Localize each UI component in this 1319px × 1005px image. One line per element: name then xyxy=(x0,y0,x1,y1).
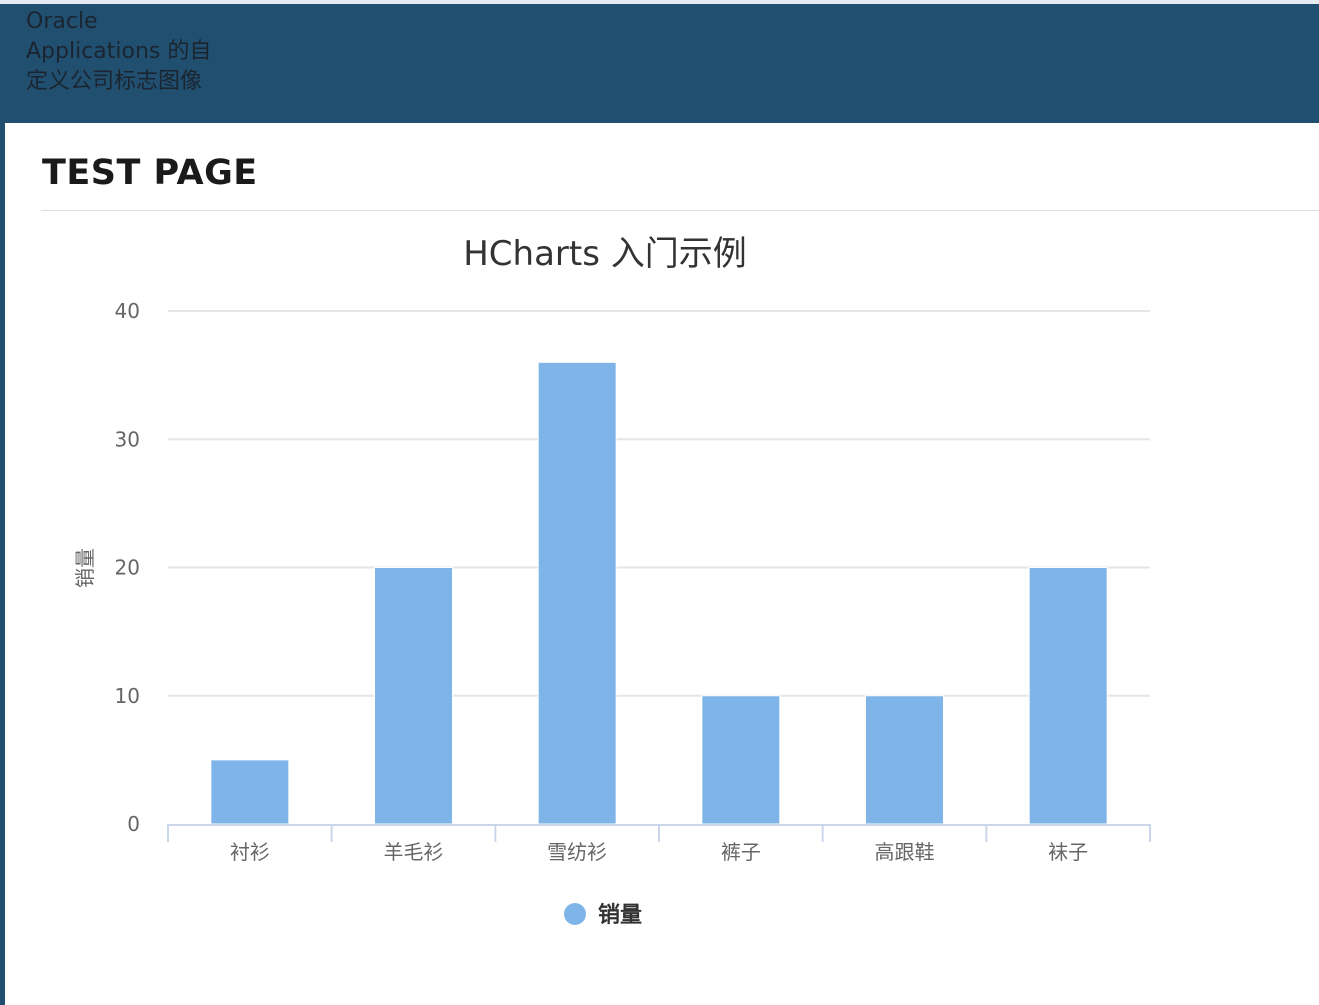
y-axis-ticks: 0 10 20 30 40 xyxy=(115,299,140,836)
x-tick-label: 羊毛衫 xyxy=(384,840,444,864)
bar-羊毛衫[interactable] xyxy=(374,567,453,825)
x-axis-ticks: 衬衫 羊毛衫 雪纺衫 裤子 高跟鞋 袜子 xyxy=(230,840,1088,864)
y-tick-label: 0 xyxy=(127,812,140,836)
x-axis xyxy=(167,824,1151,842)
x-tick-label: 衬衫 xyxy=(230,840,270,864)
x-tick-label: 高跟鞋 xyxy=(875,840,935,864)
legend[interactable]: 销量 xyxy=(564,903,642,928)
bar-袜子[interactable] xyxy=(1028,567,1108,825)
y-axis-title: 销量 xyxy=(73,548,97,588)
bar-雪纺衫[interactable] xyxy=(537,361,617,825)
grid-lines xyxy=(168,310,1150,697)
legend-item-label[interactable]: 销量 xyxy=(598,903,642,928)
bar-衬衫[interactable] xyxy=(210,759,290,825)
bars xyxy=(210,361,1108,825)
bar-高跟鞋[interactable] xyxy=(865,695,944,825)
bar-裤子[interactable] xyxy=(701,695,781,825)
y-tick-label: 20 xyxy=(115,556,140,580)
chart-title: HCharts 入门示例 xyxy=(463,234,747,274)
x-tick-label: 袜子 xyxy=(1048,840,1088,864)
x-tick-label: 裤子 xyxy=(721,840,761,864)
legend-marker-icon xyxy=(564,903,586,925)
bar-chart: HCharts 入门示例 销量 0 10 20 30 40 衬衫 羊毛衫 雪纺衫 裤子 高跟鞋 袜… xyxy=(73,234,1151,928)
x-tick-label: 雪纺衫 xyxy=(547,840,607,864)
y-tick-label: 40 xyxy=(115,299,140,323)
y-tick-label: 10 xyxy=(115,684,140,708)
y-tick-label: 30 xyxy=(115,427,140,451)
